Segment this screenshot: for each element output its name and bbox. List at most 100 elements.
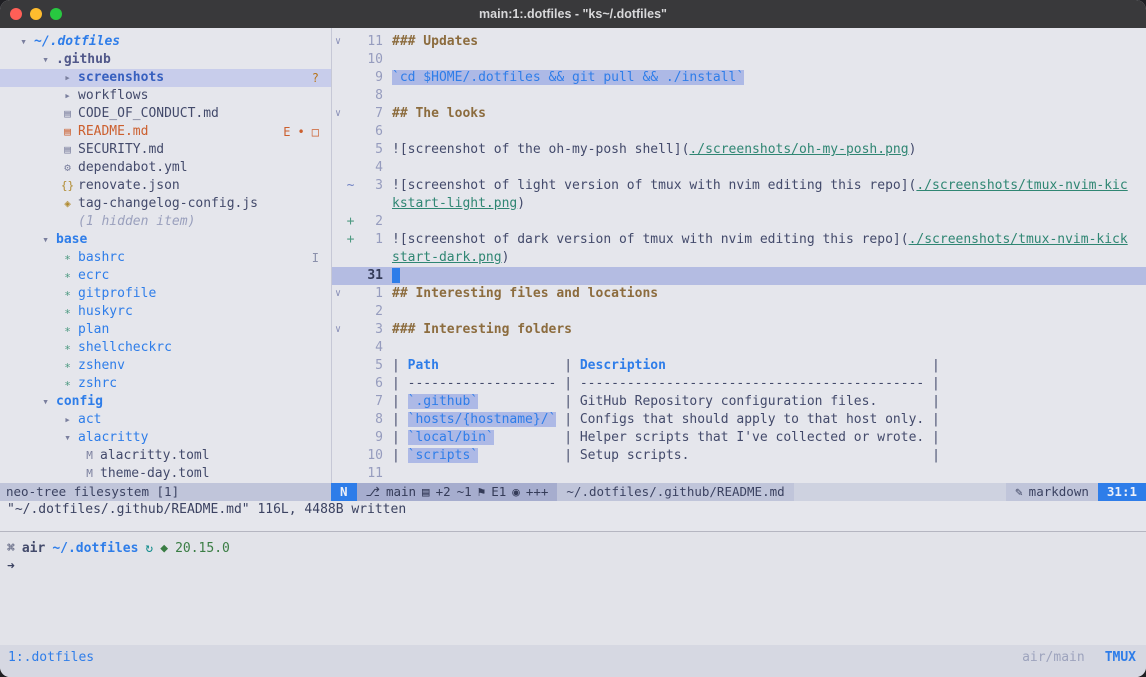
chevron-right-icon: ▸ (60, 87, 75, 105)
tmux-bottom-pane[interactable]: ⌘air~/.dotfiles↻◆20.15.0 ➜ (0, 519, 1146, 645)
tree-item-github[interactable]: ▾.github (0, 51, 331, 69)
shell-file-icon: ∗ (60, 249, 75, 267)
editor-line[interactable]: 9| `local/bin` | Helper scripts that I'v… (332, 429, 1146, 447)
tree-item-workflows[interactable]: ▸workflows (0, 87, 331, 105)
fold-marker-icon (332, 177, 344, 195)
line-number: 8 (357, 87, 383, 105)
editor-line[interactable]: 8 (332, 87, 1146, 105)
editor-line[interactable]: 11 (332, 465, 1146, 483)
tree-item-dependabot-yml[interactable]: ⚙dependabot.yml (0, 159, 331, 177)
editor-line[interactable]: ∨7## The looks (332, 105, 1146, 123)
git-sign-icon (344, 195, 357, 213)
tree-item-1-hidden-item[interactable]: (1 hidden item) (0, 213, 331, 231)
text-segment: | (494, 430, 580, 445)
tree-item-dotfiles[interactable]: ▾~/.dotfiles (0, 33, 331, 51)
tree-item-theme-day-toml[interactable]: Mtheme-day.toml (0, 465, 331, 483)
editor-line[interactable]: kstart-light.png) (332, 195, 1146, 213)
tree-item-bashrc[interactable]: ∗bashrcI (0, 249, 331, 267)
command-line-message: "~/.dotfiles/.github/README.md" 116L, 44… (0, 501, 1146, 519)
editor-line[interactable]: 7| `.github` | GitHub Repository configu… (332, 393, 1146, 411)
cursor-position: 31:1 (1098, 483, 1146, 501)
tree-item-alacritty[interactable]: ▾alacritty (0, 429, 331, 447)
titlebar: main:1:.dotfiles - "ks~/.dotfiles" (0, 0, 1146, 28)
tree-item-screenshots[interactable]: ▸screenshots? (0, 69, 331, 87)
tree-item-base[interactable]: ▾base (0, 231, 331, 249)
badge: I (312, 249, 319, 267)
editor-line[interactable]: 10| `scripts` | Setup scripts. | (332, 447, 1146, 465)
editor-line[interactable]: ~3![screenshot of light version of tmux … (332, 177, 1146, 195)
tree-item-readme-md[interactable]: ▤README.mdE•□ (0, 123, 331, 141)
diff-icon: ▤ (422, 483, 430, 501)
git-sign-icon (344, 321, 357, 339)
text-segment: ) (517, 196, 525, 211)
tree-item-code-of-conduct-md[interactable]: ▤CODE_OF_CONDUCT.md (0, 105, 331, 123)
minimize-button[interactable] (30, 8, 42, 20)
editor-line[interactable]: ∨1## Interesting files and locations (332, 285, 1146, 303)
line-text (383, 213, 392, 231)
text-segment: Setup scripts. (580, 448, 690, 463)
editor-line[interactable]: ∨3### Interesting folders (332, 321, 1146, 339)
status-text: ~1 (457, 483, 472, 501)
editor-line[interactable]: ∨11### Updates (332, 33, 1146, 51)
line-number: 11 (357, 465, 383, 483)
shell-terminal[interactable]: ⌘air~/.dotfiles↻◆20.15.0 ➜ (0, 532, 1146, 645)
editor-line[interactable]: start-dark.png) (332, 249, 1146, 267)
badge: □ (312, 123, 319, 141)
tree-item-act[interactable]: ▸act (0, 411, 331, 429)
line-text: | `hosts/{hostname}/` | Configs that sho… (383, 411, 940, 429)
editor-line[interactable]: 5| Path | Description | (332, 357, 1146, 375)
text-segment: kstart-light.png (392, 196, 517, 211)
text-segment: Helper scripts that I've collected or wr… (580, 430, 924, 445)
line-text: | `local/bin` | Helper scripts that I've… (383, 429, 940, 447)
editor-line[interactable]: 2 (332, 303, 1146, 321)
tree-item-renovate-json[interactable]: {}renovate.json (0, 177, 331, 195)
editor-line[interactable]: 9`cd $HOME/.dotfiles && git pull && ./in… (332, 69, 1146, 87)
text-segment: Configs that should apply to that host o… (580, 412, 924, 427)
fold-marker-icon (332, 141, 344, 159)
prompt-arrow: ➜ (7, 558, 1146, 576)
line-number: 1 (357, 231, 383, 249)
editor-line[interactable]: 6 (332, 123, 1146, 141)
text-segment: GitHub Repository configuration files. (580, 394, 877, 409)
chevron-down-icon: ▾ (38, 51, 53, 69)
editor-line[interactable]: 4 (332, 159, 1146, 177)
text-segment: | (392, 430, 408, 445)
editor-line[interactable]: +1![screenshot of dark version of tmux w… (332, 231, 1146, 249)
text-segment: `.github` (408, 394, 478, 409)
tree-item-plan[interactable]: ∗plan (0, 321, 331, 339)
tree-item-config[interactable]: ▾config (0, 393, 331, 411)
tree-item-shellcheckrc[interactable]: ∗shellcheckrc (0, 339, 331, 357)
fold-marker-icon (332, 465, 344, 483)
editor-line[interactable]: 6| ------------------- | ---------------… (332, 375, 1146, 393)
tree-item-huskyrc[interactable]: ∗huskyrc (0, 303, 331, 321)
git-sign-icon (344, 447, 357, 465)
text-segment: ----------------------------------------… (580, 376, 924, 391)
line-text: | `.github` | GitHub Repository configur… (383, 393, 940, 411)
tree-item-alacritty-toml[interactable]: Malacritty.toml (0, 447, 331, 465)
line-text: | `scripts` | Setup scripts. | (383, 447, 940, 465)
tree-item-zshenv[interactable]: ∗zshenv (0, 357, 331, 375)
tree-item-zshrc[interactable]: ∗zshrc (0, 375, 331, 393)
editor-line[interactable]: 5![screenshot of the oh-my-posh shell](.… (332, 141, 1146, 159)
zoom-button[interactable] (50, 8, 62, 20)
tree-item-label: alacritty (78, 429, 148, 447)
editor-line[interactable]: 8| `hosts/{hostname}/` | Configs that sh… (332, 411, 1146, 429)
editor-line[interactable]: 31 (332, 267, 1146, 285)
tree-item-gitprofile[interactable]: ∗gitprofile (0, 285, 331, 303)
close-button[interactable] (10, 8, 22, 20)
fold-marker-icon (332, 123, 344, 141)
editor-line[interactable]: +2 (332, 213, 1146, 231)
status-text: +2 (436, 483, 451, 501)
tree-item-tag-changelog-config-js[interactable]: ◈tag-changelog-config.js (0, 195, 331, 213)
fold-marker-icon (332, 69, 344, 87)
tree-item-ecrc[interactable]: ∗ecrc (0, 267, 331, 285)
line-text: ![screenshot of the oh-my-posh shell](./… (383, 141, 916, 159)
tree-item-security-md[interactable]: ▤SECURITY.md (0, 141, 331, 159)
editor-line[interactable]: 4 (332, 339, 1146, 357)
editor-line[interactable]: 10 (332, 51, 1146, 69)
json-file-icon: {} (60, 177, 75, 195)
neo-tree-panel[interactable]: ▾~/.dotfiles▾.github▸screenshots?▸workfl… (0, 28, 331, 483)
tmux-window-label[interactable]: 1:.dotfiles (8, 650, 94, 677)
editor-pane[interactable]: ∨11### Updates109`cd $HOME/.dotfiles && … (331, 28, 1146, 483)
fold-marker-icon (332, 195, 344, 213)
